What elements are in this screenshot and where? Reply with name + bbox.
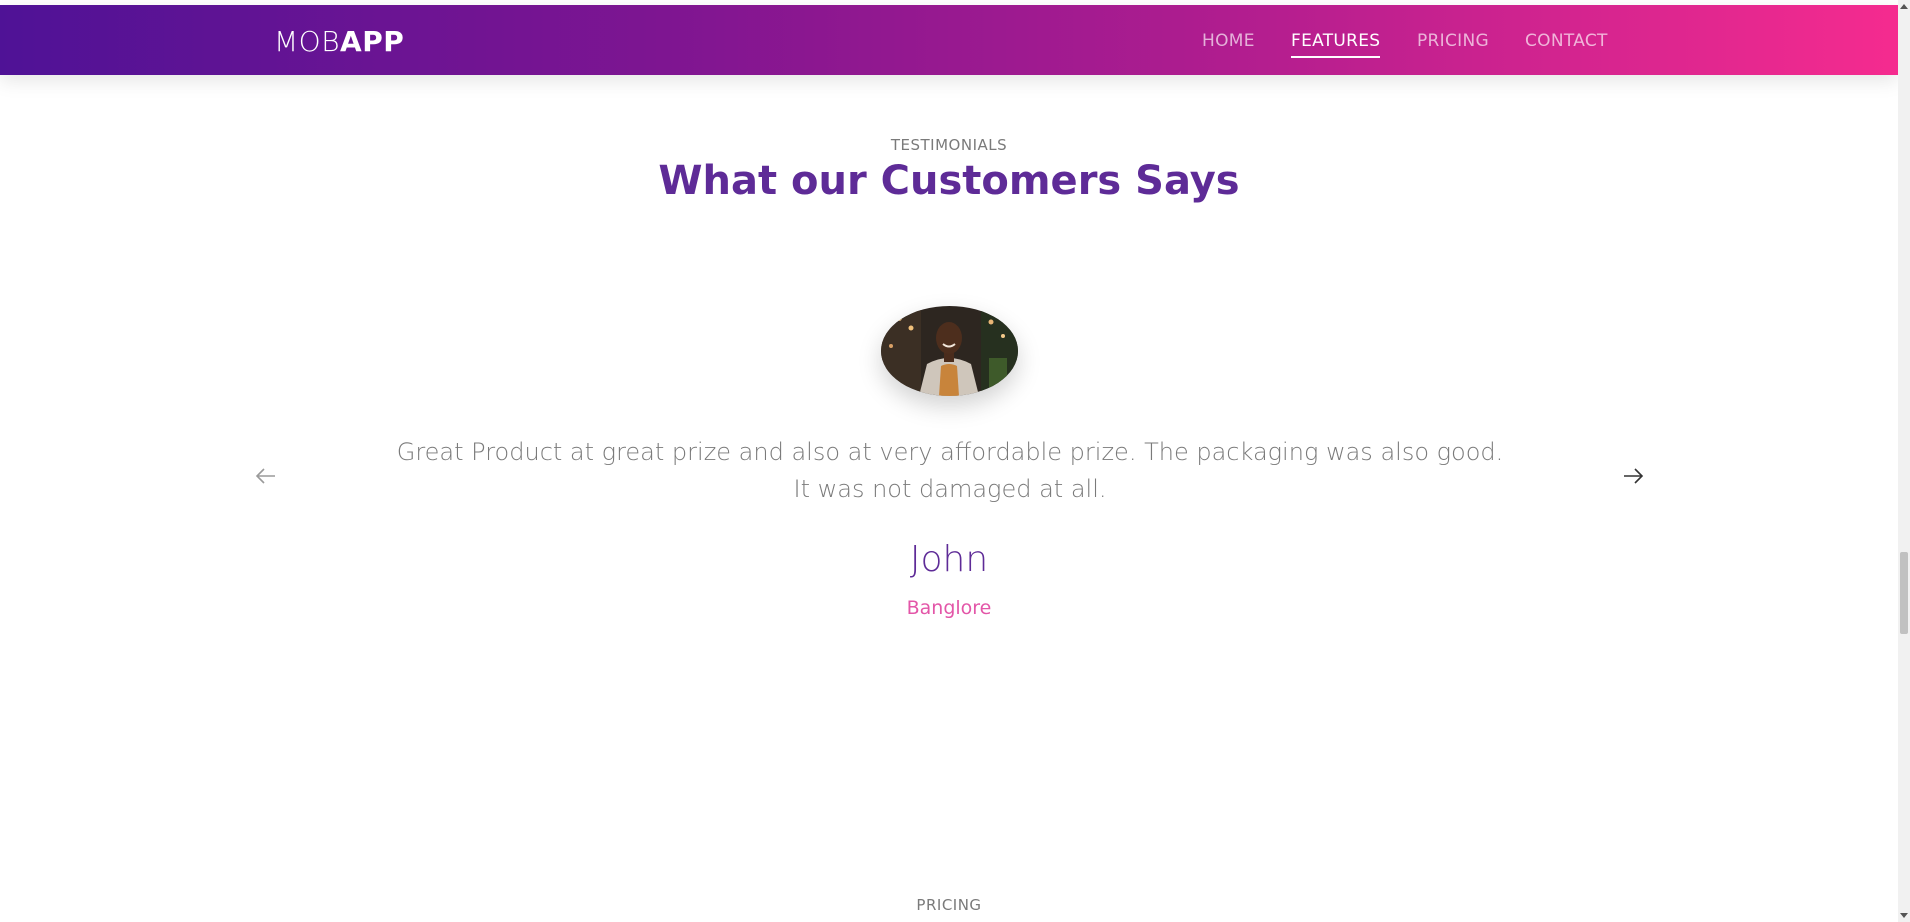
logo-bold: APP [340,25,405,58]
customer-city: Banglore [906,597,992,619]
testimonials-eyebrow: TESTIMONIALS [890,136,1008,154]
nav-home[interactable]: HOME [1202,31,1255,51]
pricing-eyebrow: PRICING [916,896,982,914]
arrow-right-icon[interactable] [1621,464,1645,488]
customer-name: John [909,539,989,580]
scrollbar[interactable] [1898,0,1910,922]
logo[interactable]: MOBAPP [274,25,404,58]
scroll-thumb[interactable] [1900,552,1908,634]
scroll-down-icon[interactable] [1900,913,1908,918]
testimonials-title: What our Customers Says [658,158,1240,204]
avatar [881,306,1018,396]
testimonial-quote: Great Product at great prize and also at… [396,438,1504,503]
navbar: MOBAPP HOME FEATURES PRICING CONTACT [0,5,1898,75]
nav-pricing[interactable]: PRICING [1417,31,1489,51]
avatar-image [881,306,1018,396]
scroll-up-icon[interactable] [1900,4,1908,9]
logo-light: MOB [274,25,341,58]
arrow-left-icon[interactable] [254,464,278,488]
nav-contact[interactable]: CONTACT [1525,31,1608,51]
nav-features[interactable]: FEATURES [1291,31,1381,58]
